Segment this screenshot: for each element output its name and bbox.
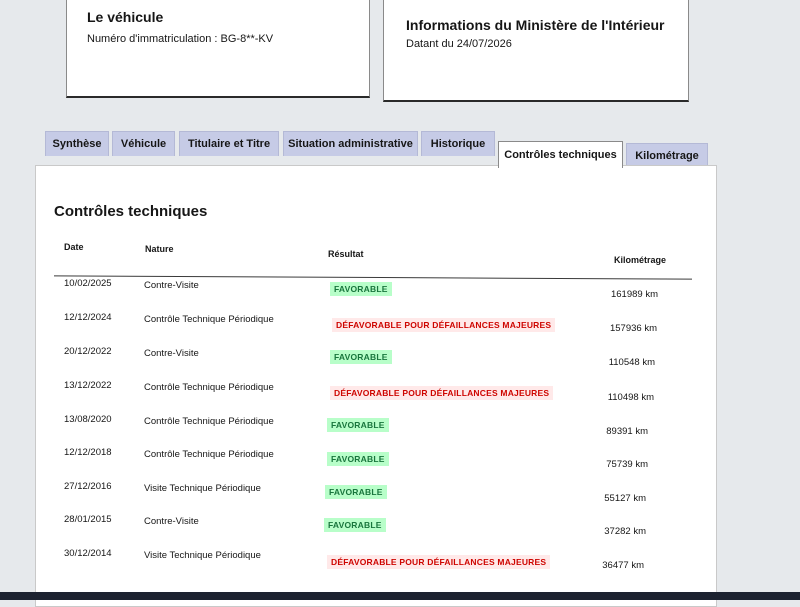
ministry-info-card: Informations du Ministère de l'Intérieur…	[383, 0, 689, 102]
row-date: 13/08/2020	[64, 414, 112, 425]
row-nature: Contre-Visite	[144, 280, 199, 291]
row-mileage: 110548 km	[608, 357, 655, 368]
table-row: 12/12/2018 Contrôle Technique Périodique F…	[0, 447, 800, 477]
row-mileage: 36477 km	[602, 560, 644, 571]
table-row: 10/02/2025 Contre-Visite FAVORABLE 161989 k…	[0, 278, 800, 308]
table-row: 13/12/2022 Contrôle Technique Périodique D…	[0, 380, 800, 410]
column-header-nature: Nature	[145, 244, 174, 254]
registration-number: Numéro d'immatriculation : BG-8**-KV	[87, 33, 274, 45]
row-nature: Contre-Visite	[144, 516, 199, 527]
row-nature: Contrôle Technique Périodique	[144, 382, 274, 393]
table-row: 28/01/2015 Contre-Visite FAVORABLE 37282 km	[0, 514, 800, 544]
section-title: Contrôles techniques	[54, 203, 208, 220]
table-row: 13/08/2020 Contrôle Technique Périodique F…	[0, 414, 800, 444]
table-row: 20/12/2022 Contre-Visite FAVORABLE 110548 k…	[0, 346, 800, 376]
row-nature: Contrôle Technique Périodique	[144, 449, 274, 460]
table-row: 30/12/2014 Visite Technique Périodique DÉF…	[0, 548, 800, 578]
row-date: 13/12/2022	[64, 380, 112, 391]
row-mileage: 157936 km	[609, 323, 657, 334]
row-date: 12/12/2018	[64, 447, 112, 458]
vehicle-card: Le véhicule Numéro d'immatriculation : B…	[66, 0, 370, 98]
tab-titulaire-et-titre[interactable]: Titulaire et Titre	[179, 131, 279, 156]
tab-synthese[interactable]: Synthèse	[45, 131, 109, 156]
row-nature: Contrôle Technique Périodique	[144, 416, 274, 427]
ministry-card-title: Informations du Ministère de l'Intérieur	[406, 17, 665, 33]
column-header-mileage: Kilométrage	[614, 255, 667, 265]
vehicle-card-title: Le véhicule	[87, 9, 164, 25]
column-header-result: Résultat	[328, 249, 364, 259]
row-date: 10/02/2025	[64, 278, 112, 289]
result-badge-favorable: FAVORABLE	[327, 418, 389, 432]
row-date: 30/12/2014	[64, 548, 112, 559]
row-mileage: 55127 km	[604, 493, 646, 504]
row-date: 12/12/2024	[64, 312, 112, 323]
result-badge-defavorable: DÉFAVORABLE POUR DÉFAILLANCES MAJEURES	[327, 555, 551, 569]
table-row: 27/12/2016 Visite Technique Périodique FAV…	[0, 481, 800, 511]
column-header-date: Date	[64, 242, 84, 252]
row-mileage: 110498 km	[607, 392, 654, 403]
row-mileage: 37282 km	[604, 526, 646, 537]
result-badge-favorable: FAVORABLE	[330, 350, 392, 364]
row-mileage: 75739 km	[606, 459, 648, 470]
result-badge-favorable: FAVORABLE	[325, 485, 387, 499]
os-taskbar	[0, 592, 800, 600]
row-nature: Contrôle Technique Périodique	[144, 314, 274, 325]
row-mileage: 89391 km	[606, 426, 648, 437]
row-date: 28/01/2015	[64, 514, 112, 525]
row-mileage: 161989 km	[610, 289, 658, 300]
row-date: 27/12/2016	[64, 481, 112, 492]
result-badge-favorable: FAVORABLE	[324, 518, 386, 532]
ministry-data-date: Datant du 24/07/2026	[406, 38, 512, 50]
result-badge-defavorable: DÉFAVORABLE POUR DÉFAILLANCES MAJEURES	[332, 318, 556, 332]
table-row: 12/12/2024 Contrôle Technique Périodique D…	[0, 312, 800, 342]
row-date: 20/12/2022	[64, 346, 112, 357]
tab-controles-techniques[interactable]: Contrôles techniques	[498, 141, 623, 168]
row-nature: Contre-Visite	[144, 348, 199, 359]
result-badge-favorable: FAVORABLE	[330, 282, 392, 296]
tab-historique[interactable]: Historique	[421, 131, 495, 156]
row-nature: Visite Technique Périodique	[144, 483, 261, 494]
tab-vehicule[interactable]: Véhicule	[112, 131, 175, 156]
tab-situation-administrative[interactable]: Situation administrative	[283, 131, 418, 156]
row-nature: Visite Technique Périodique	[144, 550, 261, 561]
result-badge-defavorable: DÉFAVORABLE POUR DÉFAILLANCES MAJEURES	[330, 386, 554, 400]
result-badge-favorable: FAVORABLE	[327, 452, 389, 466]
